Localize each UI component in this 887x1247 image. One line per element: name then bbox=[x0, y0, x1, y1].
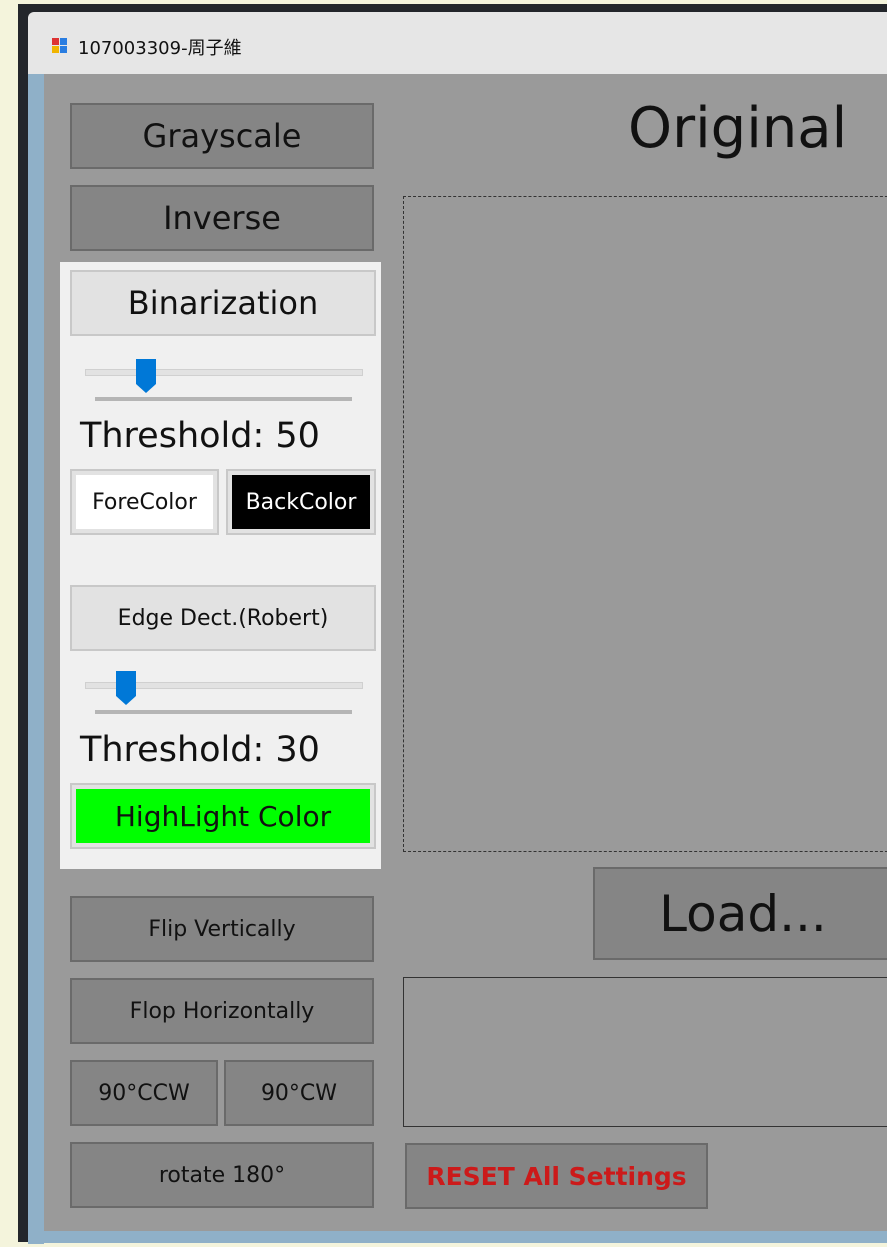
forecolor-label: ForeColor bbox=[76, 475, 213, 529]
original-picture-box bbox=[403, 196, 887, 852]
binarization-slider-base bbox=[95, 397, 352, 401]
backcolor-label: BackColor bbox=[232, 475, 370, 529]
flip-vertically-button[interactable]: Flip Vertically bbox=[70, 896, 374, 962]
highlight-color-label: HighLight Color bbox=[76, 789, 370, 843]
binarization-button[interactable]: Binarization bbox=[70, 270, 376, 336]
rotate-180-button[interactable]: rotate 180° bbox=[70, 1142, 374, 1208]
backcolor-button[interactable]: BackColor bbox=[226, 469, 376, 535]
window-border-left bbox=[28, 74, 44, 1244]
edge-detection-button[interactable]: Edge Dect.(Robert) bbox=[70, 585, 376, 651]
reset-all-button[interactable]: RESET All Settings bbox=[405, 1143, 708, 1209]
info-textbox[interactable] bbox=[403, 977, 887, 1127]
window-title: 107003309-周子維 bbox=[78, 38, 242, 59]
grayscale-button[interactable]: Grayscale bbox=[70, 103, 374, 169]
title-bar[interactable]: 107003309-周子維 bbox=[28, 12, 887, 74]
binarization-slider-thumb[interactable] bbox=[135, 358, 157, 394]
rotate-cw-button[interactable]: 90°CW bbox=[224, 1060, 374, 1126]
original-heading: Original bbox=[628, 96, 848, 161]
edge-slider-thumb[interactable] bbox=[115, 670, 137, 706]
app-icon bbox=[52, 38, 68, 54]
rotate-ccw-button[interactable]: 90°CCW bbox=[70, 1060, 218, 1126]
binarization-slider[interactable] bbox=[85, 369, 363, 376]
inverse-button[interactable]: Inverse bbox=[70, 185, 374, 251]
binarization-threshold-label: Threshold: 50 bbox=[80, 416, 320, 456]
filter-panel bbox=[60, 262, 381, 869]
highlight-color-button[interactable]: HighLight Color bbox=[70, 783, 376, 849]
edge-threshold-label: Threshold: 30 bbox=[80, 730, 320, 770]
edge-slider-base bbox=[95, 710, 352, 714]
window-border-bottom bbox=[28, 1231, 887, 1243]
forecolor-button[interactable]: ForeColor bbox=[70, 469, 219, 535]
load-button[interactable]: Load... bbox=[593, 867, 887, 960]
flop-horizontally-button[interactable]: Flop Horizontally bbox=[70, 978, 374, 1044]
